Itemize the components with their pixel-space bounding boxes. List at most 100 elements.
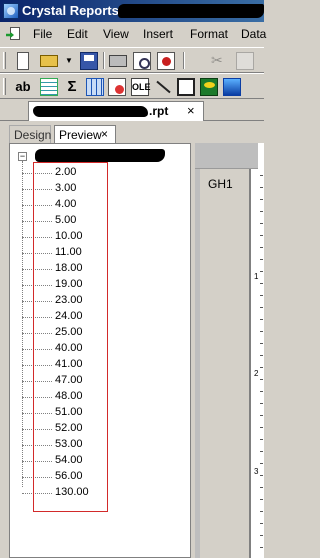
- ruler-tick: [260, 271, 263, 272]
- tree-connector: [22, 317, 52, 318]
- insert-crosstab-icon[interactable]: [86, 78, 104, 96]
- menu-file[interactable]: File: [33, 27, 52, 41]
- tree-connector: [22, 461, 52, 462]
- ruler-tick: [260, 391, 263, 392]
- ruler-tick: [260, 403, 263, 404]
- tab-design[interactable]: Design: [9, 125, 51, 143]
- ruler-tick: [260, 199, 263, 200]
- tree-item-label: 41.00: [55, 358, 83, 370]
- export-icon[interactable]: [157, 52, 175, 70]
- tree-connector: [22, 237, 52, 238]
- document-tab-strip: .rpt ×: [0, 99, 264, 121]
- ruler-tick: [260, 295, 263, 296]
- ruler-tick: [260, 247, 263, 248]
- tree-item-label: 18.00: [55, 262, 83, 274]
- tree-item-label: 3.00: [55, 182, 77, 194]
- print-icon[interactable]: [109, 55, 127, 67]
- ruler-tick: [260, 511, 263, 512]
- tree-item-label: 25.00: [55, 326, 83, 338]
- tree-connector: [22, 253, 52, 254]
- insert-summary-icon[interactable]: Σ: [63, 78, 81, 96]
- menu-bar: File Edit View Insert Format Data: [0, 22, 266, 46]
- menu-format[interactable]: Format: [190, 27, 228, 41]
- ruler-tick: [260, 343, 263, 344]
- insert-ole-icon[interactable]: OLE: [131, 78, 151, 96]
- draw-line-icon[interactable]: [154, 78, 172, 96]
- ruler-tick: [260, 175, 263, 176]
- tab-preview-label: Preview: [59, 128, 102, 142]
- ruler-tick: [260, 499, 263, 500]
- print-preview-icon[interactable]: [133, 52, 151, 70]
- tree-item-label: 52.00: [55, 422, 83, 434]
- section-label-column: GH1: [200, 169, 250, 558]
- ruler-tick: [260, 319, 263, 320]
- ruler-tick: [260, 439, 263, 440]
- tree-item-label: 4.00: [55, 198, 77, 210]
- crystal-reports-app-icon: [3, 3, 19, 19]
- document-tab[interactable]: .rpt ×: [28, 101, 204, 121]
- insert-map-icon[interactable]: [223, 78, 241, 96]
- tree-connector: [22, 285, 52, 286]
- new-icon[interactable]: [17, 52, 29, 70]
- tree-item-label: 51.00: [55, 406, 83, 418]
- insert-subreport-icon[interactable]: [108, 78, 126, 96]
- ruler-tick: [260, 451, 263, 452]
- ruler-tick: [260, 283, 263, 284]
- toolbar-grip[interactable]: [3, 52, 6, 69]
- insert-chart-icon[interactable]: [200, 78, 218, 96]
- menu-insert[interactable]: Insert: [143, 27, 173, 41]
- ruler-tick: [260, 379, 263, 380]
- ruler-tick: [260, 259, 263, 260]
- tree-connector: [22, 397, 52, 398]
- tree-item-label: 19.00: [55, 278, 83, 290]
- ruler-tick: [260, 427, 263, 428]
- ruler-tick: [260, 187, 263, 188]
- insert-group-icon[interactable]: [40, 78, 58, 96]
- copy-icon[interactable]: [236, 52, 254, 70]
- ruler-tick: [260, 367, 263, 368]
- cut-icon[interactable]: [209, 52, 227, 70]
- ruler-tick: [260, 307, 263, 308]
- redacted-filename: [33, 106, 148, 117]
- toolbar-separator: [103, 52, 105, 69]
- menu-view[interactable]: View: [103, 27, 129, 41]
- tree-item-label: 10.00: [55, 230, 83, 242]
- draw-box-icon[interactable]: [177, 78, 195, 96]
- close-preview-icon[interactable]: ×: [101, 127, 108, 141]
- tree-connector: [22, 205, 52, 206]
- save-icon[interactable]: [80, 52, 98, 70]
- close-document-icon[interactable]: ×: [187, 103, 195, 118]
- insert-field-icon[interactable]: ab: [14, 78, 32, 96]
- tree-connector: [22, 413, 52, 414]
- tree-connector: [22, 429, 52, 430]
- redacted-title-text: [118, 4, 264, 18]
- tree-connector: [22, 301, 52, 302]
- ruler-tick: [260, 235, 263, 236]
- view-tabs: Design Preview ×: [0, 123, 264, 143]
- ruler-tick: [260, 547, 263, 548]
- tree-collapse-icon[interactable]: −: [18, 152, 27, 161]
- tree-item-label: 47.00: [55, 374, 83, 386]
- document-menu-icon[interactable]: [6, 26, 22, 42]
- tree-connector: [22, 333, 52, 334]
- tree-connector: [22, 477, 52, 478]
- tree-item-label: 11.00: [55, 246, 82, 258]
- tab-preview[interactable]: Preview ×: [54, 125, 116, 143]
- tree-connector-line: [22, 161, 23, 487]
- ruler-tick: [260, 415, 263, 416]
- tree-connector: [22, 445, 52, 446]
- group-tree-pane: − 2.00 3.00 4.00 5.00 10.00 11.00 18.00 19.00 23…: [9, 143, 191, 558]
- tree-connector: [22, 173, 52, 174]
- tree-connector: [22, 493, 52, 494]
- tree-connector: [22, 365, 52, 366]
- tree-item-label: 23.00: [55, 294, 83, 306]
- menu-edit[interactable]: Edit: [67, 27, 88, 41]
- dropdown-arrow-icon[interactable]: ▼: [60, 52, 78, 70]
- menu-data[interactable]: Data: [241, 27, 266, 41]
- redacted-group-root[interactable]: [35, 149, 165, 162]
- ruler-tick: [260, 355, 263, 356]
- toolbar-grip[interactable]: [3, 78, 6, 95]
- open-icon[interactable]: [40, 55, 58, 67]
- tree-item-label: 53.00: [55, 438, 83, 450]
- preview-area: − 2.00 3.00 4.00 5.00 10.00 11.00 18.00 19.00 23…: [0, 143, 264, 558]
